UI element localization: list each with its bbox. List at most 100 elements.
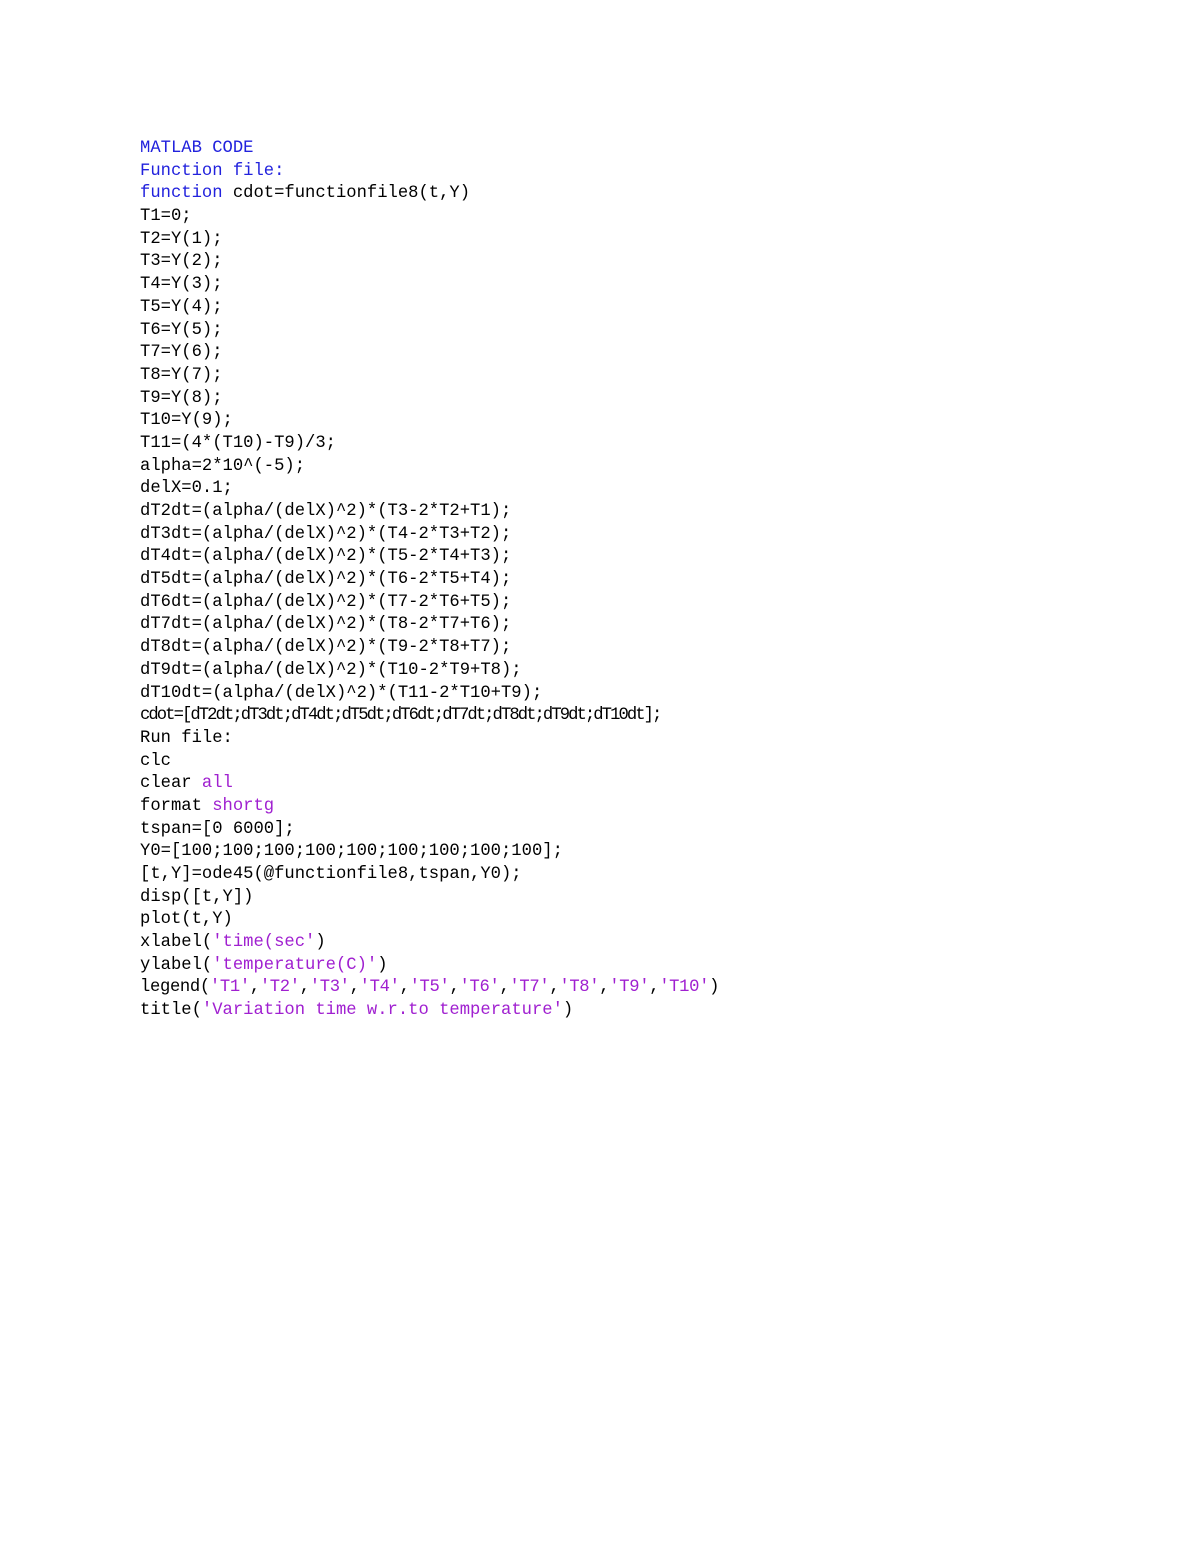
code-token-plain: tspan=[0 6000]; — [140, 819, 295, 839]
code-token-plain: , — [599, 978, 610, 998]
code-line: dT7dt=(alpha/(delX)^2)*(T8-2*T7+T6); — [140, 614, 1140, 637]
code-line: disp([t,Y]) — [140, 887, 1140, 910]
code-line: dT4dt=(alpha/(delX)^2)*(T5-2*T4+T3); — [140, 546, 1140, 569]
code-token-plain: disp([t,Y]) — [140, 887, 254, 907]
code-token-plain: dT9dt=(alpha/(delX)^2)*(T10-2*T9+T8); — [140, 660, 522, 680]
code-token-plain: Y0=[100;100;100;100;100;100;100;100;100]… — [140, 842, 563, 862]
code-token-plain: alpha=2*10^(-5); — [140, 456, 306, 476]
code-token-plain: clc — [140, 751, 171, 771]
code-token-plain: T2=Y(1); — [140, 229, 223, 249]
code-line: Function file: — [140, 161, 1140, 184]
code-token-str: 'temperature(C)' — [212, 955, 378, 975]
code-token-str: 'T8' — [559, 978, 600, 998]
code-token-plain: ylabel( — [140, 955, 213, 975]
code-token-plain: dT7dt=(alpha/(delX)^2)*(T8-2*T7+T6); — [140, 615, 512, 635]
code-line: tspan=[0 6000]; — [140, 819, 1140, 842]
code-line: T4=Y(3); — [140, 274, 1140, 297]
code-token-plain: xlabel( — [140, 933, 213, 953]
code-line: xlabel('time(sec') — [140, 932, 1140, 955]
code-token-head: Function file: — [140, 161, 285, 181]
code-line: [t,Y]=ode45(@functionfile8,tspan,Y0); — [140, 864, 1140, 887]
code-token-plain: plot(t,Y) — [140, 910, 233, 930]
code-token-plain: T11=(4*(T10)-T9)/3; — [140, 433, 336, 453]
code-token-plain: , — [299, 978, 310, 998]
code-token-str: 'Variation time w.r.to temperature' — [201, 1001, 563, 1021]
code-token-plain: T8=Y(7); — [140, 365, 223, 385]
code-line: Run file: — [140, 728, 1140, 751]
code-line: T7=Y(6); — [140, 342, 1140, 365]
matlab-code-block: MATLAB CODE Function file: function cdot=f… — [140, 138, 1140, 1023]
code-line: dT3dt=(alpha/(delX)^2)*(T4-2*T3+T2); — [140, 524, 1140, 547]
code-token-plain: cdot=[dT2dt;dT3dt;dT4dt;dT5dt;dT6dt;dT7d… — [140, 706, 662, 726]
code-line: plot(t,Y) — [140, 909, 1140, 932]
code-line: T10=Y(9); — [140, 410, 1140, 433]
code-token-kw: function — [140, 184, 223, 204]
code-token-str: shortg — [212, 796, 275, 816]
code-line: T3=Y(2); — [140, 251, 1140, 274]
code-line: ylabel('temperature(C)') — [140, 955, 1140, 978]
code-token-str: 'T3' — [309, 978, 350, 998]
code-token-plain: dT8dt=(alpha/(delX)^2)*(T9-2*T8+T7); — [140, 638, 512, 658]
code-line: T8=Y(7); — [140, 365, 1140, 388]
code-token-plain: T10=Y(9); — [140, 411, 233, 431]
code-line: clc — [140, 751, 1140, 774]
code-line: format shortg — [140, 796, 1140, 819]
document-page: MATLAB CODE Function file: function cdot=f… — [0, 0, 1200, 1553]
code-line: clear all — [140, 773, 1140, 796]
code-token-plain: T9=Y(8); — [140, 388, 223, 408]
code-line: dT10dt=(alpha/(delX)^2)*(T11-2*T10+T9); — [140, 683, 1140, 706]
code-token-plain: T1=0; — [140, 207, 192, 227]
code-line: T9=Y(8); — [140, 388, 1140, 411]
code-token-plain: dT2dt=(alpha/(delX)^2)*(T3-2*T2+T1); — [140, 502, 512, 521]
code-token-plain: T3=Y(2); — [140, 252, 223, 272]
code-token-str: 'T6' — [459, 978, 500, 998]
code-token-plain: format — [140, 796, 213, 816]
code-line: T1=0; — [140, 206, 1140, 229]
code-line: dT5dt=(alpha/(delX)^2)*(T6-2*T5+T4); — [140, 569, 1140, 592]
code-token-plain: , — [499, 978, 510, 998]
code-line: T6=Y(5); — [140, 320, 1140, 343]
code-token-plain: T4=Y(3); — [140, 275, 223, 295]
code-line: Y0=[100;100;100;100;100;100;100;100;100]… — [140, 841, 1140, 864]
code-token-plain: Run file: — [140, 728, 233, 748]
code-token-plain: title( — [140, 1001, 202, 1021]
code-token-plain: [t,Y]=ode45(@functionfile8,tspan,Y0); — [140, 865, 522, 884]
code-token-plain: dT10dt=(alpha/(delX)^2)*(T11-2*T10+T9); — [140, 683, 543, 703]
code-token-plain: , — [399, 978, 410, 998]
code-line: dT2dt=(alpha/(delX)^2)*(T3-2*T2+T1); — [140, 501, 1140, 524]
code-token-plain: dT4dt=(alpha/(delX)^2)*(T5-2*T4+T3); — [140, 547, 512, 567]
code-line: delX=0.1; — [140, 478, 1140, 501]
code-token-str: 'T1' — [209, 978, 250, 998]
code-line: function cdot=functionfile8(t,Y) — [140, 183, 1140, 206]
code-token-plain: T7=Y(6); — [140, 343, 223, 363]
code-line: title('Variation time w.r.to temperature… — [140, 1000, 1140, 1023]
code-line: dT8dt=(alpha/(delX)^2)*(T9-2*T8+T7); — [140, 637, 1140, 660]
code-line: cdot=[dT2dt;dT3dt;dT4dt;dT5dt;dT6dt;dT7d… — [140, 705, 1140, 728]
code-line: dT6dt=(alpha/(delX)^2)*(T7-2*T6+T5); — [140, 592, 1140, 615]
code-token-plain: , — [449, 978, 460, 998]
code-token-str: 'T10' — [659, 978, 710, 998]
code-token-str: 'T7' — [509, 978, 550, 998]
code-token-plain: , — [349, 978, 360, 998]
code-token-plain: , — [649, 978, 660, 998]
code-token-plain: dT5dt=(alpha/(delX)^2)*(T6-2*T5+T4); — [140, 570, 512, 590]
code-token-plain: ) — [377, 955, 388, 975]
code-line: T5=Y(4); — [140, 297, 1140, 320]
code-line: legend('T1','T2','T3','T4','T5','T6','T7… — [140, 977, 1140, 1000]
code-token-str: 'T5' — [409, 978, 450, 998]
code-token-str: 'T9' — [609, 978, 650, 998]
code-line: T2=Y(1); — [140, 229, 1140, 252]
code-token-str: 'T2' — [259, 978, 300, 998]
code-line: MATLAB CODE — [140, 138, 1140, 161]
code-token-plain: , — [249, 978, 260, 998]
code-token-plain: T6=Y(5); — [140, 320, 223, 340]
code-token-plain: ) — [562, 1001, 574, 1021]
code-token-plain: delX=0.1; — [140, 479, 233, 499]
code-token-plain: clear — [140, 774, 202, 794]
code-token-plain: ) — [315, 933, 326, 953]
code-token-plain: legend( — [140, 978, 210, 998]
code-line: dT9dt=(alpha/(delX)^2)*(T10-2*T9+T8); — [140, 660, 1140, 683]
code-token-str: 'time(sec' — [212, 933, 316, 953]
code-token-str: 'T4' — [359, 978, 400, 998]
code-token-plain: dT6dt=(alpha/(delX)^2)*(T7-2*T6+T5); — [140, 592, 512, 612]
